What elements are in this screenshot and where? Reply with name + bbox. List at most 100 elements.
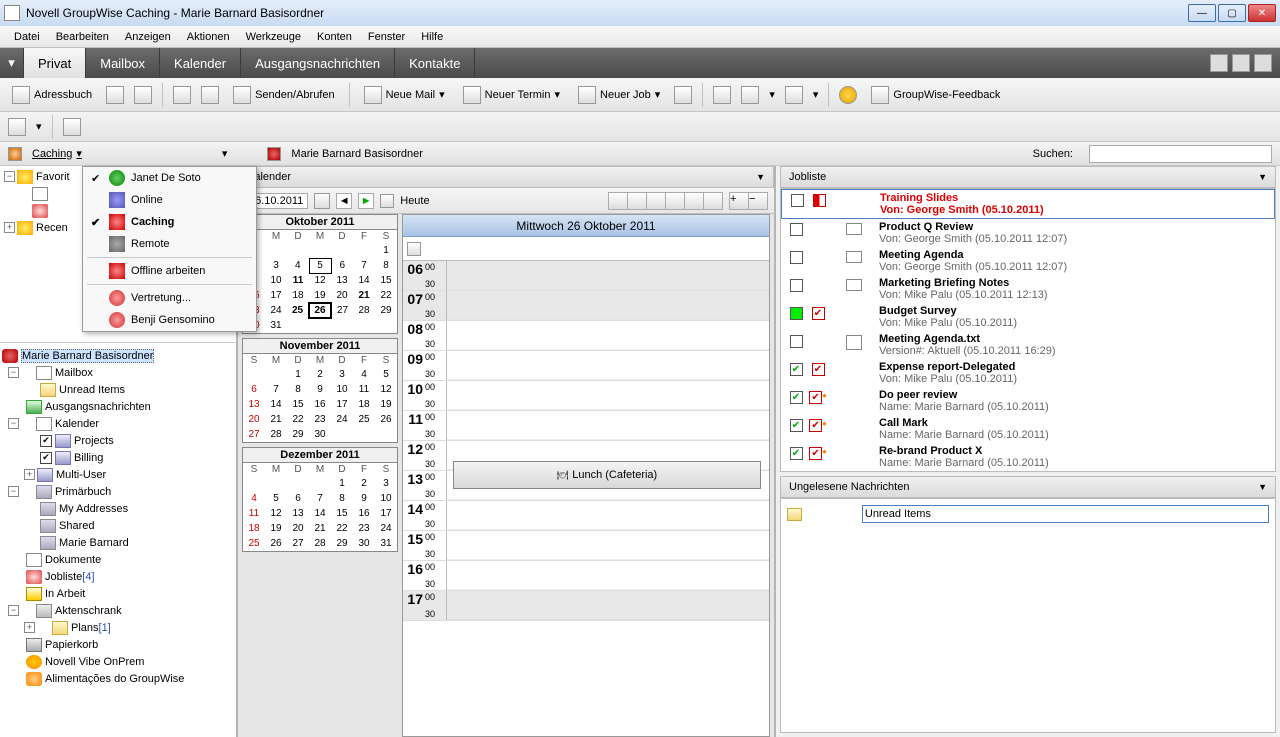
job-row[interactable]: Marketing Briefing NotesVon: Mike Palu (… bbox=[781, 275, 1275, 303]
tree-shared[interactable]: Shared bbox=[2, 517, 234, 534]
tree-billing[interactable]: ✔Billing bbox=[2, 449, 234, 466]
new-task-button[interactable]: Neuer Job▾ bbox=[574, 84, 664, 106]
minimize-button[interactable]: — bbox=[1188, 4, 1216, 22]
close-button[interactable]: ✕ bbox=[1248, 4, 1276, 22]
job-row[interactable]: Product Q ReviewVon: George Smith (05.10… bbox=[781, 219, 1275, 247]
tab-ausgangsnachrichten[interactable]: Ausgangsnachrichten bbox=[241, 48, 395, 78]
add-view[interactable]: + bbox=[729, 192, 749, 210]
find-user-icon[interactable] bbox=[201, 86, 219, 104]
nav-dropdown-icon[interactable]: ▾ bbox=[0, 48, 24, 78]
new-mail-button[interactable]: Neue Mail▾ bbox=[360, 84, 449, 106]
feedback-button[interactable]: GroupWise-Feedback bbox=[867, 84, 1004, 106]
menu-online[interactable]: Online bbox=[83, 189, 256, 211]
job-row[interactable]: ●Re-brand Product XName: Marie Barnard (… bbox=[781, 443, 1275, 471]
view-icon-3[interactable] bbox=[1254, 54, 1272, 72]
menu-anzeigen[interactable]: Anzeigen bbox=[117, 29, 179, 45]
send-receive-button[interactable]: Senden/Abrufen bbox=[229, 84, 339, 106]
calendar-panel-header[interactable]: Kalender▼ bbox=[238, 166, 774, 188]
view-month[interactable] bbox=[646, 192, 666, 210]
unread-item[interactable]: Unread Items bbox=[862, 505, 1269, 523]
job-row[interactable]: Expense report-DelegatedVon: Mike Palu (… bbox=[781, 359, 1275, 387]
job-row[interactable]: ●Do peer reviewName: Marie Barnard (05.1… bbox=[781, 387, 1275, 415]
layout-icon[interactable] bbox=[63, 118, 81, 136]
prev-day-button[interactable]: ◄ bbox=[336, 193, 352, 209]
menu-datei[interactable]: Datei bbox=[6, 29, 48, 45]
tab-privat[interactable]: Privat bbox=[24, 48, 86, 78]
search-icon[interactable] bbox=[173, 86, 191, 104]
note-icon[interactable] bbox=[674, 86, 692, 104]
remove-view[interactable]: − bbox=[748, 192, 768, 210]
tree-plans[interactable]: +Plans [1] bbox=[2, 619, 234, 636]
job-row[interactable]: Meeting Agenda.txtVersion#: Aktuell (05.… bbox=[781, 331, 1275, 359]
tree-multiuser[interactable]: +Multi-User bbox=[2, 466, 234, 483]
chevron-down-icon[interactable]: ▾ bbox=[36, 120, 42, 133]
tree-root[interactable]: Marie Barnard Basisordner bbox=[2, 347, 234, 364]
tree-mariebarnard[interactable]: Marie Barnard bbox=[2, 534, 234, 551]
addressbook-button[interactable]: Adressbuch bbox=[8, 84, 96, 106]
joblist-header[interactable]: Jobliste▼ bbox=[780, 166, 1276, 188]
menu-janet[interactable]: ✔Janet De Soto bbox=[83, 167, 256, 189]
tab-kontakte[interactable]: Kontakte bbox=[395, 48, 475, 78]
menu-offline[interactable]: Offline arbeiten bbox=[83, 260, 256, 282]
new-appointment-button[interactable]: Neuer Termin▾ bbox=[459, 84, 564, 106]
view-year[interactable] bbox=[665, 192, 685, 210]
calendar-grid-icon[interactable] bbox=[741, 86, 759, 104]
tree-aktenschrank[interactable]: −Aktenschrank bbox=[2, 602, 234, 619]
menu-caching[interactable]: ✔Caching bbox=[83, 211, 256, 233]
tree-kalender[interactable]: −Kalender bbox=[2, 415, 234, 432]
mini-calendar[interactable]: Oktober 2011SMDMDFS123456789101112131415… bbox=[242, 214, 398, 334]
menu-bearbeiten[interactable]: Bearbeiten bbox=[48, 29, 117, 45]
tab-kalender[interactable]: Kalender bbox=[160, 48, 241, 78]
maximize-button[interactable]: ▢ bbox=[1218, 4, 1246, 22]
card-icon[interactable] bbox=[106, 86, 124, 104]
tree-ausgang[interactable]: Ausgangsnachrichten bbox=[2, 398, 234, 415]
calendar-picker-icon[interactable] bbox=[314, 193, 330, 209]
menu-fenster[interactable]: Fenster bbox=[360, 29, 413, 45]
menu-hilfe[interactable]: Hilfe bbox=[413, 29, 451, 45]
mini-calendar[interactable]: Dezember 2011SMDMDFS12345678910111213141… bbox=[242, 447, 398, 552]
tree-primarbuch[interactable]: −Primärbuch bbox=[2, 483, 234, 500]
calendar-nav-icon[interactable] bbox=[713, 86, 731, 104]
menu-konten[interactable]: Konten bbox=[309, 29, 360, 45]
view-multi[interactable] bbox=[684, 192, 704, 210]
view-icon-1[interactable] bbox=[1210, 54, 1228, 72]
menu-werkzeuge[interactable]: Werkzeuge bbox=[238, 29, 309, 45]
tree-vibe[interactable]: Novell Vibe OnPrem bbox=[2, 653, 234, 670]
job-row[interactable]: Meeting AgendaVon: George Smith (05.10.2… bbox=[781, 247, 1275, 275]
view-icon-2[interactable] bbox=[1232, 54, 1250, 72]
appointment-lunch[interactable]: 🍽Lunch (Cafeteria) bbox=[453, 461, 761, 489]
tree-unread[interactable]: Unread Items bbox=[2, 381, 234, 398]
time-grid[interactable]: 0600300700300800300900301000301100301200… bbox=[403, 261, 769, 736]
print-icon[interactable] bbox=[134, 86, 152, 104]
job-row[interactable]: Training SlidesVon: George Smith (05.10.… bbox=[781, 189, 1275, 219]
unread-header[interactable]: Ungelesene Nachrichten▼ bbox=[780, 476, 1276, 498]
tree-jobliste[interactable]: Jobliste [4] bbox=[2, 568, 234, 585]
mini-calendar[interactable]: November 2011SMDMDFS12345678910111213141… bbox=[242, 338, 398, 443]
chevron-down-icon[interactable]: ▾ bbox=[769, 88, 775, 101]
tree-rss[interactable]: Alimentações do GroupWise bbox=[2, 670, 234, 687]
allday-slot[interactable] bbox=[403, 237, 769, 261]
chevron-down-icon[interactable]: ▾ bbox=[222, 147, 228, 160]
chevron-down-icon[interactable]: ▾ bbox=[813, 88, 819, 101]
smiley-icon[interactable] bbox=[839, 86, 857, 104]
today-button[interactable]: Heute bbox=[400, 195, 429, 207]
view-x[interactable] bbox=[703, 192, 723, 210]
tree-myaddresses[interactable]: My Addresses bbox=[2, 500, 234, 517]
menu-benji[interactable]: Benji Gensomino bbox=[83, 309, 256, 331]
tab-mailbox[interactable]: Mailbox bbox=[86, 48, 160, 78]
tree-papierkorb[interactable]: Papierkorb bbox=[2, 636, 234, 653]
job-row[interactable]: Budget SurveyVon: Mike Palu (05.10.2011) bbox=[781, 303, 1275, 331]
delete-icon[interactable] bbox=[8, 118, 26, 136]
tree-dokumente[interactable]: Dokumente bbox=[2, 551, 234, 568]
tree-inarbeit[interactable]: In Arbeit bbox=[2, 585, 234, 602]
next-day-button[interactable]: ► bbox=[358, 193, 374, 209]
menu-remote[interactable]: Remote bbox=[83, 233, 256, 255]
menu-vertretung[interactable]: Vertretung... bbox=[83, 287, 256, 309]
tree-projects[interactable]: ✔Projects bbox=[2, 432, 234, 449]
caching-dropdown[interactable]: Caching▾ bbox=[32, 147, 82, 160]
search-input[interactable] bbox=[1089, 145, 1272, 163]
view-week[interactable] bbox=[627, 192, 647, 210]
job-row[interactable]: ●Call MarkName: Marie Barnard (05.10.201… bbox=[781, 415, 1275, 443]
view-day[interactable] bbox=[608, 192, 628, 210]
menu-aktionen[interactable]: Aktionen bbox=[179, 29, 238, 45]
